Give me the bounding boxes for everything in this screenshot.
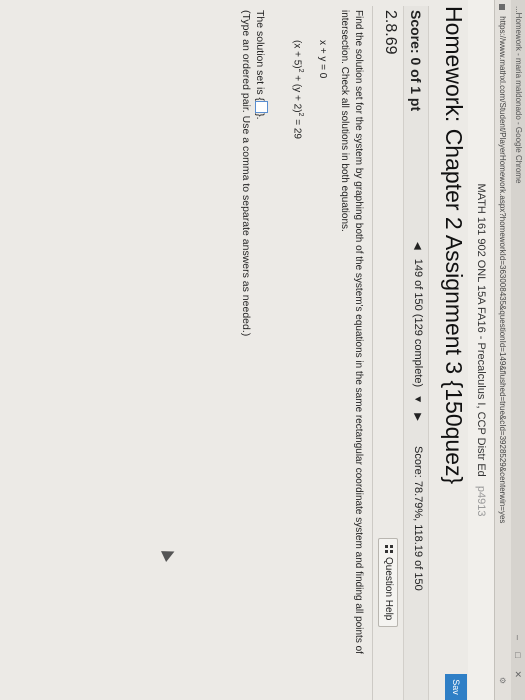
maximize-icon[interactable]: □ bbox=[513, 653, 523, 658]
eq2-term1: (x + 5) bbox=[291, 40, 303, 69]
equation-2: (x + 5)2 + (y + 2)2 = 29 bbox=[290, 40, 307, 690]
score-bar: Score: 0 of 1 pt ◀ 149 of 150 (129 compl… bbox=[403, 6, 429, 700]
question-header: 2.8.69 Question Help bbox=[375, 6, 401, 700]
prev-question-icon[interactable]: ◀ bbox=[412, 242, 423, 250]
question-instructions: Find the solution set for the system by … bbox=[339, 10, 364, 654]
dropdown-icon[interactable]: ▼ bbox=[412, 394, 423, 404]
title-bar: ...Homework - maria maldonado - Google C… bbox=[511, 0, 525, 700]
eq2-term3: = 29 bbox=[291, 116, 303, 139]
course-extra: p4913 bbox=[475, 485, 487, 517]
window-title: ...Homework - maria maldonado - Google C… bbox=[514, 6, 523, 184]
question-help-label: Question Help bbox=[383, 557, 394, 621]
question-content: Find the solution set for the system by … bbox=[239, 10, 365, 690]
browser-window: ...Homework - maria maldonado - Google C… bbox=[0, 0, 525, 700]
question-score: Score: 0 of 1 pt bbox=[408, 10, 424, 112]
eq2-term2: + (y + 2) bbox=[291, 72, 303, 113]
answer-note: (Type an ordered pair. Use a comma to se… bbox=[239, 10, 252, 337]
window-controls: – □ ✕ bbox=[511, 625, 525, 678]
question-help-button[interactable]: Question Help bbox=[378, 538, 398, 628]
lock-icon bbox=[499, 4, 506, 10]
address-bar[interactable]: https://www.mathxl.com/Student/PlayerHom… bbox=[494, 0, 511, 700]
grid-icon bbox=[385, 545, 393, 553]
answer-input[interactable] bbox=[254, 101, 268, 114]
course-bar: MATH 161 902 ONL 15A FA16 - Precalculus … bbox=[468, 0, 494, 700]
question-navigator: ◀ 149 of 150 (129 complete) ▼ ▶ bbox=[412, 242, 424, 427]
answer-line: The solution set is {}. bbox=[253, 10, 268, 690]
mouse-cursor-icon bbox=[161, 546, 177, 562]
homework-title: Homework: Chapter 2 Assignment 3 {150que… bbox=[441, 6, 467, 485]
next-question-icon[interactable]: ▶ bbox=[412, 413, 423, 421]
close-icon[interactable]: ✕ bbox=[513, 670, 523, 678]
homework-score: Score: 78.79%, 118.19 of 150 bbox=[412, 446, 424, 591]
save-button[interactable]: Sav bbox=[445, 674, 467, 700]
url-text[interactable]: https://www.mathxl.com/Student/PlayerHom… bbox=[498, 16, 507, 523]
answer-prefix: The solution set is { bbox=[253, 10, 266, 102]
answer-suffix: }. bbox=[253, 113, 266, 120]
question-number: 2.8.69 bbox=[382, 10, 399, 55]
course-title: MATH 161 902 ONL 15A FA16 - Precalculus … bbox=[475, 183, 487, 477]
extension-icon[interactable]: ⚙ bbox=[494, 677, 511, 684]
divider bbox=[372, 6, 373, 700]
question-position[interactable]: 149 of 150 (129 complete) bbox=[412, 259, 424, 387]
minimize-icon[interactable]: – bbox=[513, 635, 523, 640]
equation-1: x + y = 0 bbox=[317, 40, 328, 79]
